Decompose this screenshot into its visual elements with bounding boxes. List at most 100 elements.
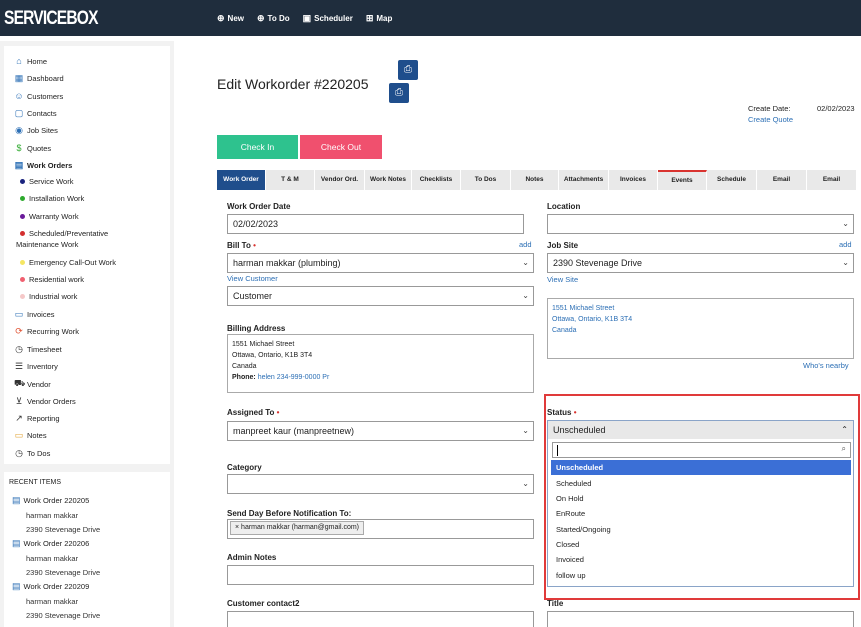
sidebar-item-customers[interactable]: ☺ Customers (14, 91, 63, 101)
sidebar-sub-label: Industrial work (29, 292, 78, 301)
tab-email[interactable]: Email (757, 170, 807, 190)
site-addr-line1: 1551 Michael Street (552, 305, 615, 312)
nav-new[interactable]: ⊕ New (217, 13, 244, 24)
sidebar-sub-installation-work[interactable]: Installation Work (20, 194, 84, 203)
sidebar-item-home[interactable]: ⌂ Home (14, 56, 47, 66)
customer-type-select[interactable]: Customer ⌄ (227, 286, 534, 306)
tab-notes[interactable]: Notes (511, 170, 559, 190)
assigned-to-select[interactable]: manpreet kaur (manpreetnew) ⌄ (227, 421, 534, 441)
status-highlight-outline (544, 394, 860, 600)
sidebar-item-label: Quotes (27, 143, 52, 153)
sidebar-item-to-dos[interactable]: ◷ To Dos (14, 448, 50, 459)
recent-item[interactable]: ▤ Work Order 220209 (12, 581, 89, 592)
recent-item-site: 2390 Stevenage Drive (26, 525, 101, 534)
tab-checklists[interactable]: Checklists (412, 170, 461, 190)
check-out-button[interactable]: Check Out (300, 135, 382, 159)
nav-map-label: Map (376, 14, 393, 23)
sidebar-sub-emergency[interactable]: Emergency Call-Out Work (20, 258, 116, 267)
nav-map[interactable]: ⊞ Map (366, 13, 393, 24)
tab-t-and-m[interactable]: T & M (266, 170, 315, 190)
page-title: Edit Workorder #220205 (217, 76, 369, 92)
print-button-2[interactable]: ⎙ (389, 83, 409, 103)
document-icon: ▤ (14, 160, 24, 170)
tab-work-order[interactable]: Work Order (217, 170, 266, 190)
app-logo[interactable]: SERVICEBOX (4, 8, 99, 30)
document-icon: ▤ (12, 538, 21, 548)
nav-todo[interactable]: ⊕ To Do (257, 13, 290, 24)
create-date-value: 02/02/2023 (817, 104, 855, 113)
location-pin-icon: ◉ (15, 125, 23, 135)
home-icon: ⌂ (16, 56, 22, 66)
chip-remove-icon[interactable]: × (235, 524, 239, 531)
sidebar-item-notes[interactable]: ▭ Notes (14, 430, 47, 441)
dashboard-icon: ▦ (14, 73, 24, 83)
job-site-add-link[interactable]: add (839, 240, 852, 249)
sidebar-item-vendor[interactable]: ⛟ Vendor (14, 378, 51, 390)
tab-attachments[interactable]: Attachments (559, 170, 609, 190)
create-quote-link[interactable]: Create Quote (748, 115, 793, 124)
bill-to-select[interactable]: harman makkar (plumbing) ⌄ (227, 253, 534, 273)
sidebar-item-label: Work Orders (27, 161, 73, 170)
sidebar-item-reporting[interactable]: ↗ Reporting (14, 413, 59, 424)
location-select[interactable]: ⌄ (547, 214, 854, 234)
billing-address-label: Billing Address (227, 324, 286, 333)
nav-new-label: New (227, 14, 244, 23)
chevron-down-icon: ⌄ (842, 258, 849, 267)
tab-events[interactable]: Events (658, 170, 707, 190)
recent-item-title: Work Order 220209 (23, 582, 90, 591)
recent-items-panel: RECENT ITEMS ▤ Work Order 220205 harman m… (4, 472, 170, 627)
check-in-button[interactable]: Check In (217, 135, 298, 159)
recent-item[interactable]: ▤ Work Order 220205 (12, 495, 89, 506)
tab-email-2[interactable]: Email (807, 170, 857, 190)
sidebar-item-contacts[interactable]: ▢ Contacts (14, 108, 57, 119)
sidebar-sub-service-work[interactable]: Service Work (20, 177, 73, 186)
title-label: Title (547, 599, 564, 608)
print-button[interactable]: ⎙ (398, 60, 418, 80)
notification-chip[interactable]: × harman makkar (harman@gmail.com) (230, 521, 365, 535)
sidebar-sub-residential[interactable]: Residential work (20, 275, 84, 284)
sidebar-sub-scheduled-preventative[interactable]: Scheduled/Preventative (20, 229, 108, 238)
sidebar-sub-industrial[interactable]: Industrial work (20, 292, 77, 301)
nav-scheduler[interactable]: ▣ Scheduler (303, 13, 353, 24)
invoice-icon: ▭ (14, 309, 24, 319)
sidebar-item-label: Inventory (27, 362, 58, 371)
sidebar-item-dashboard[interactable]: ▦ Dashboard (14, 73, 64, 84)
sidebar-item-timesheet[interactable]: ◷ Timesheet (14, 344, 62, 355)
job-site-select[interactable]: 2390 Stevenage Drive ⌄ (547, 253, 854, 273)
sidebar-item-invoices[interactable]: ▭ Invoices (14, 309, 55, 320)
sidebar-item-vendor-orders[interactable]: ⊻ Vendor Orders (14, 396, 76, 407)
customer-contact2-input[interactable] (227, 611, 534, 627)
service-dot-icon (20, 179, 25, 184)
whos-nearby-link[interactable]: Who's nearby (803, 361, 849, 370)
view-customer-link[interactable]: View Customer (227, 274, 278, 283)
chevron-down-icon: ⌄ (522, 426, 529, 435)
clock-icon: ◷ (15, 448, 23, 458)
sidebar-item-quotes[interactable]: $ Quotes (14, 143, 51, 153)
emergency-dot-icon (20, 260, 25, 265)
sidebar-item-recurring-work[interactable]: ⟳ Recurring Work (14, 326, 79, 337)
tab-schedule[interactable]: Schedule (707, 170, 757, 190)
phone-value[interactable]: helen 234-999-0000 Pr (258, 374, 330, 381)
sidebar-item-inventory[interactable]: ☰ Inventory (14, 361, 58, 372)
sidebar-sub-label: Scheduled/Preventative (29, 229, 109, 238)
required-marker: • (253, 241, 256, 250)
top-bar: SERVICEBOX ⊕ New ⊕ To Do ▣ Scheduler ⊞ Map (0, 0, 861, 36)
tab-vendor-orders[interactable]: Vendor Ord. (315, 170, 365, 190)
tab-work-notes[interactable]: Work Notes (365, 170, 412, 190)
bill-to-add-link[interactable]: add (519, 240, 532, 249)
sidebar-item-work-orders[interactable]: ▤ Work Orders (14, 160, 73, 171)
view-site-link[interactable]: View Site (547, 275, 578, 284)
tab-invoices[interactable]: Invoices (609, 170, 658, 190)
category-select[interactable]: ⌄ (227, 474, 534, 494)
admin-notes-input[interactable] (227, 565, 534, 585)
wo-date-input[interactable]: 02/02/2023 (227, 214, 524, 234)
sidebar-item-job-sites[interactable]: ◉ Job Sites (14, 125, 58, 136)
title-input[interactable] (547, 611, 854, 627)
recent-item-title: Work Order 220205 (23, 496, 90, 505)
tab-to-dos[interactable]: To Dos (461, 170, 511, 190)
sidebar-sub-maintenance-work[interactable]: Maintenance Work (16, 240, 78, 249)
recent-item-title: Work Order 220206 (23, 539, 90, 548)
document-icon: ▤ (12, 581, 21, 591)
sidebar-sub-warranty-work[interactable]: Warranty Work (20, 212, 79, 221)
recent-item[interactable]: ▤ Work Order 220206 (12, 538, 89, 549)
